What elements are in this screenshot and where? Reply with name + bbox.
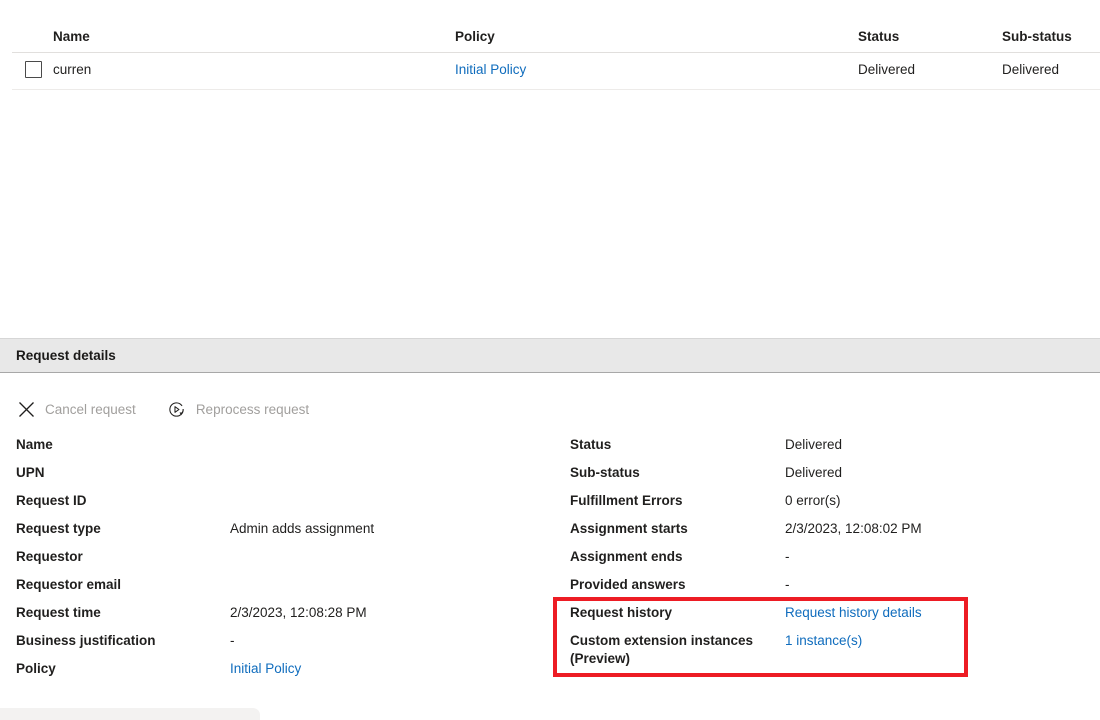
field-value: - bbox=[785, 548, 790, 566]
field-value: 2/3/2023, 12:08:28 PM bbox=[230, 604, 367, 622]
request-details-header: Request details bbox=[0, 338, 1100, 373]
request-details-toolbar: Cancel request Reprocess request bbox=[0, 390, 1100, 428]
field-value: 1 instance(s) bbox=[785, 632, 862, 650]
reprocess-request-button[interactable]: Reprocess request bbox=[166, 398, 309, 420]
field-value: 2/3/2023, 12:08:02 PM bbox=[785, 520, 922, 538]
field-request-id: Request ID bbox=[16, 489, 536, 517]
details-left-column: Name UPN Request ID Request type Admin a… bbox=[16, 433, 536, 685]
cancel-request-button[interactable]: Cancel request bbox=[15, 398, 136, 420]
cell-policy: Initial Policy bbox=[455, 62, 526, 77]
field-value: Request history details bbox=[785, 604, 922, 622]
field-label: Request time bbox=[16, 604, 101, 622]
field-status: Status Delivered bbox=[570, 433, 1070, 461]
request-history-details-link[interactable]: Request history details bbox=[785, 605, 922, 620]
column-header-policy[interactable]: Policy bbox=[455, 29, 495, 44]
field-value: Initial Policy bbox=[230, 660, 301, 678]
field-requestor: Requestor bbox=[16, 545, 536, 573]
reprocess-request-label: Reprocess request bbox=[196, 402, 309, 417]
field-request-type: Request type Admin adds assignment bbox=[16, 517, 536, 545]
field-label: UPN bbox=[16, 464, 45, 482]
field-value: Delivered bbox=[785, 464, 842, 482]
cell-name: curren bbox=[53, 62, 91, 77]
field-value: 0 error(s) bbox=[785, 492, 841, 510]
custom-extension-instances-link[interactable]: 1 instance(s) bbox=[785, 633, 862, 648]
field-request-history: Request history Request history details bbox=[570, 601, 1070, 629]
requests-table: Name Policy Status Sub-status curren Ini… bbox=[0, 0, 1100, 90]
field-value: - bbox=[230, 632, 235, 650]
field-name: Name bbox=[16, 433, 536, 461]
field-label: Requestor bbox=[16, 548, 83, 566]
field-assignment-ends: Assignment ends - bbox=[570, 545, 1070, 573]
field-label: Request history bbox=[570, 604, 672, 622]
row-select-checkbox[interactable] bbox=[25, 61, 42, 78]
cell-status: Delivered bbox=[858, 62, 915, 77]
field-value: - bbox=[785, 576, 790, 594]
cancel-request-label: Cancel request bbox=[45, 402, 136, 417]
field-requestor-email: Requestor email bbox=[16, 573, 536, 601]
field-label: Custom extension instances (Preview) bbox=[570, 632, 753, 668]
field-label: Sub-status bbox=[570, 464, 640, 482]
reprocess-icon bbox=[166, 398, 188, 420]
field-label: Requestor email bbox=[16, 576, 121, 594]
field-request-time: Request time 2/3/2023, 12:08:28 PM bbox=[16, 601, 536, 629]
close-icon bbox=[15, 398, 37, 420]
bottom-bar-stub bbox=[0, 708, 260, 720]
field-upn: UPN bbox=[16, 461, 536, 489]
field-business-justification: Business justification - bbox=[16, 629, 536, 657]
policy-details-link[interactable]: Initial Policy bbox=[230, 661, 301, 676]
policy-link[interactable]: Initial Policy bbox=[455, 62, 526, 77]
details-right-column: Status Delivered Sub-status Delivered Fu… bbox=[570, 433, 1070, 675]
table-header-row: Name Policy Status Sub-status bbox=[12, 0, 1100, 53]
column-header-sub-status[interactable]: Sub-status bbox=[1002, 29, 1072, 44]
column-header-status[interactable]: Status bbox=[858, 29, 899, 44]
request-details-panel: Request details Cancel request Reprocess… bbox=[0, 338, 1100, 428]
field-label: Assignment starts bbox=[570, 520, 688, 538]
field-label: Name bbox=[16, 436, 53, 454]
field-provided-answers: Provided answers - bbox=[570, 573, 1070, 601]
field-label: Status bbox=[570, 436, 611, 454]
field-sub-status: Sub-status Delivered bbox=[570, 461, 1070, 489]
column-header-name[interactable]: Name bbox=[53, 29, 90, 44]
field-label: Business justification bbox=[16, 632, 156, 650]
field-value: Admin adds assignment bbox=[230, 520, 374, 538]
field-policy: Policy Initial Policy bbox=[16, 657, 536, 685]
field-label: Policy bbox=[16, 660, 56, 678]
field-custom-extension-instances: Custom extension instances (Preview) 1 i… bbox=[570, 629, 1070, 675]
field-assignment-starts: Assignment starts 2/3/2023, 12:08:02 PM bbox=[570, 517, 1070, 545]
field-label: Request ID bbox=[16, 492, 87, 510]
request-details-title: Request details bbox=[16, 348, 116, 363]
table-row[interactable]: curren Initial Policy Delivered Delivere… bbox=[12, 53, 1100, 90]
cell-sub-status: Delivered bbox=[1002, 62, 1059, 77]
field-label: Fulfillment Errors bbox=[570, 492, 683, 510]
field-label: Provided answers bbox=[570, 576, 686, 594]
field-fulfillment-errors: Fulfillment Errors 0 error(s) bbox=[570, 489, 1070, 517]
field-value: Delivered bbox=[785, 436, 842, 454]
field-label: Request type bbox=[16, 520, 101, 538]
field-label: Assignment ends bbox=[570, 548, 683, 566]
request-details-fields: Name UPN Request ID Request type Admin a… bbox=[0, 433, 1100, 693]
